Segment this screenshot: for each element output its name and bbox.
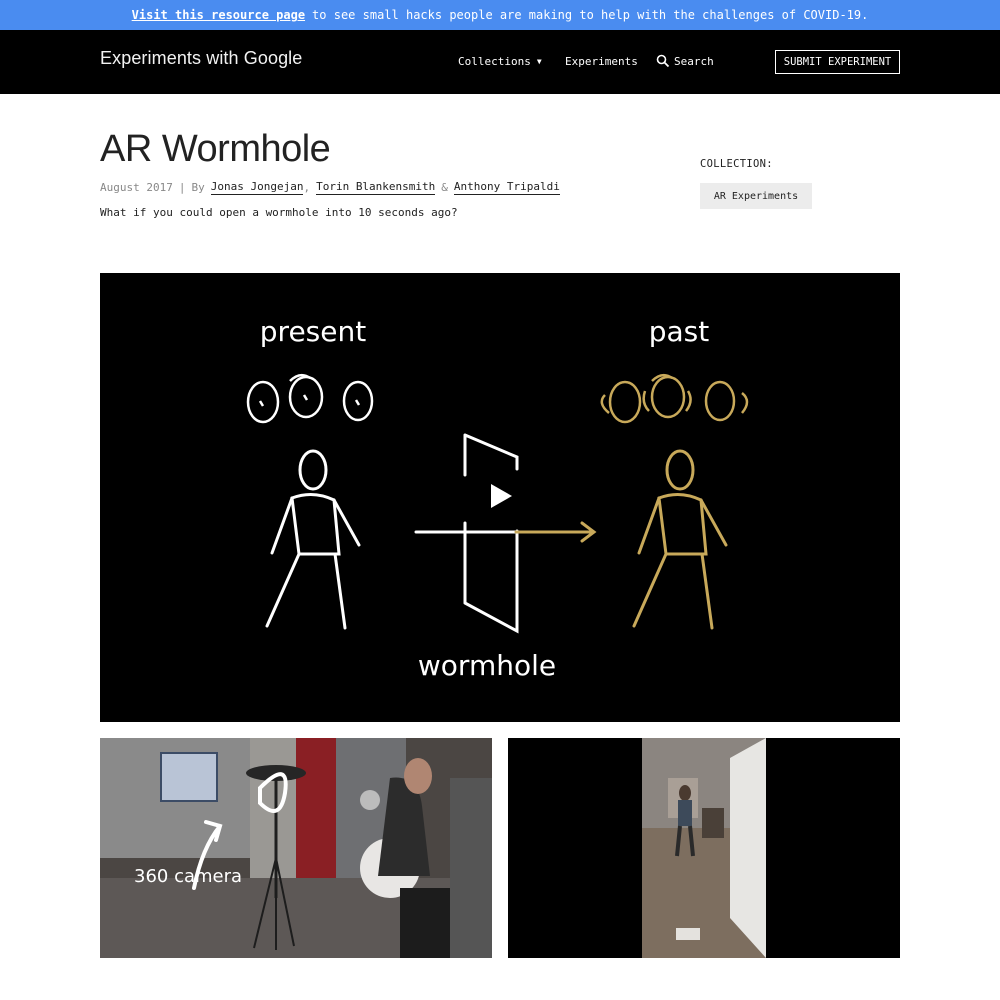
present-caption: present xyxy=(260,315,366,348)
brand-logo[interactable]: Experiments with Google xyxy=(100,48,302,69)
article-meta: August 2017 | By Jonas Jongejan, Torin B… xyxy=(100,180,560,195)
past-figure xyxy=(632,449,728,630)
page-title: AR Wormhole xyxy=(100,128,331,170)
present-faces xyxy=(246,373,374,424)
collection-tag-ar-experiments[interactable]: AR Experiments xyxy=(700,183,812,209)
caret-down-icon: ▼ xyxy=(536,57,542,66)
top-nav: Experiments with Google Collections ▼ Ex… xyxy=(0,30,1000,94)
covid-banner: Visit this resource page to see small ha… xyxy=(0,0,1000,30)
nav-experiments[interactable]: Experiments xyxy=(565,55,638,68)
search-label: Search xyxy=(674,54,714,68)
comma-separator: , xyxy=(303,181,311,194)
demo-photo xyxy=(508,738,900,958)
author-link-anthony[interactable]: Anthony Tripaldi xyxy=(453,180,560,195)
author-link-torin[interactable]: Torin Blankensmith xyxy=(316,180,436,195)
camera-setup-video[interactable]: 360 camera xyxy=(100,738,492,958)
nav-collections[interactable]: Collections ▼ xyxy=(458,55,542,68)
meta-divider: | xyxy=(178,181,186,194)
nav-collections-label: Collections xyxy=(458,55,531,68)
wormhole-door xyxy=(414,433,597,634)
publish-date: August 2017 xyxy=(100,181,173,194)
author-link-jonas[interactable]: Jonas Jongejan xyxy=(210,180,304,195)
nav-experiments-label: Experiments xyxy=(565,55,638,68)
past-caption: past xyxy=(649,315,710,348)
banner-text: to see small hacks people are making to … xyxy=(312,8,869,22)
submit-experiment-button[interactable]: SUBMIT EXPERIMENT xyxy=(775,50,900,74)
resource-page-link[interactable]: Visit this resource page xyxy=(132,8,305,22)
demo-video[interactable] xyxy=(508,738,900,958)
article-description: What if you could open a wormhole into 1… xyxy=(100,206,458,219)
collection-label: COLLECTION: xyxy=(700,158,773,170)
search-icon xyxy=(656,54,670,68)
present-figure xyxy=(265,449,361,630)
hero-video[interactable]: present past wormhole xyxy=(100,273,900,722)
play-icon[interactable] xyxy=(489,483,513,509)
by-label: By xyxy=(191,181,205,194)
wormhole-caption: wormhole xyxy=(418,649,556,682)
ampersand-separator: & xyxy=(441,181,448,194)
camera-caption: 360 camera xyxy=(134,866,243,887)
nav-search[interactable]: Search xyxy=(656,54,714,68)
room-photo xyxy=(100,738,492,958)
past-faces xyxy=(600,373,749,424)
